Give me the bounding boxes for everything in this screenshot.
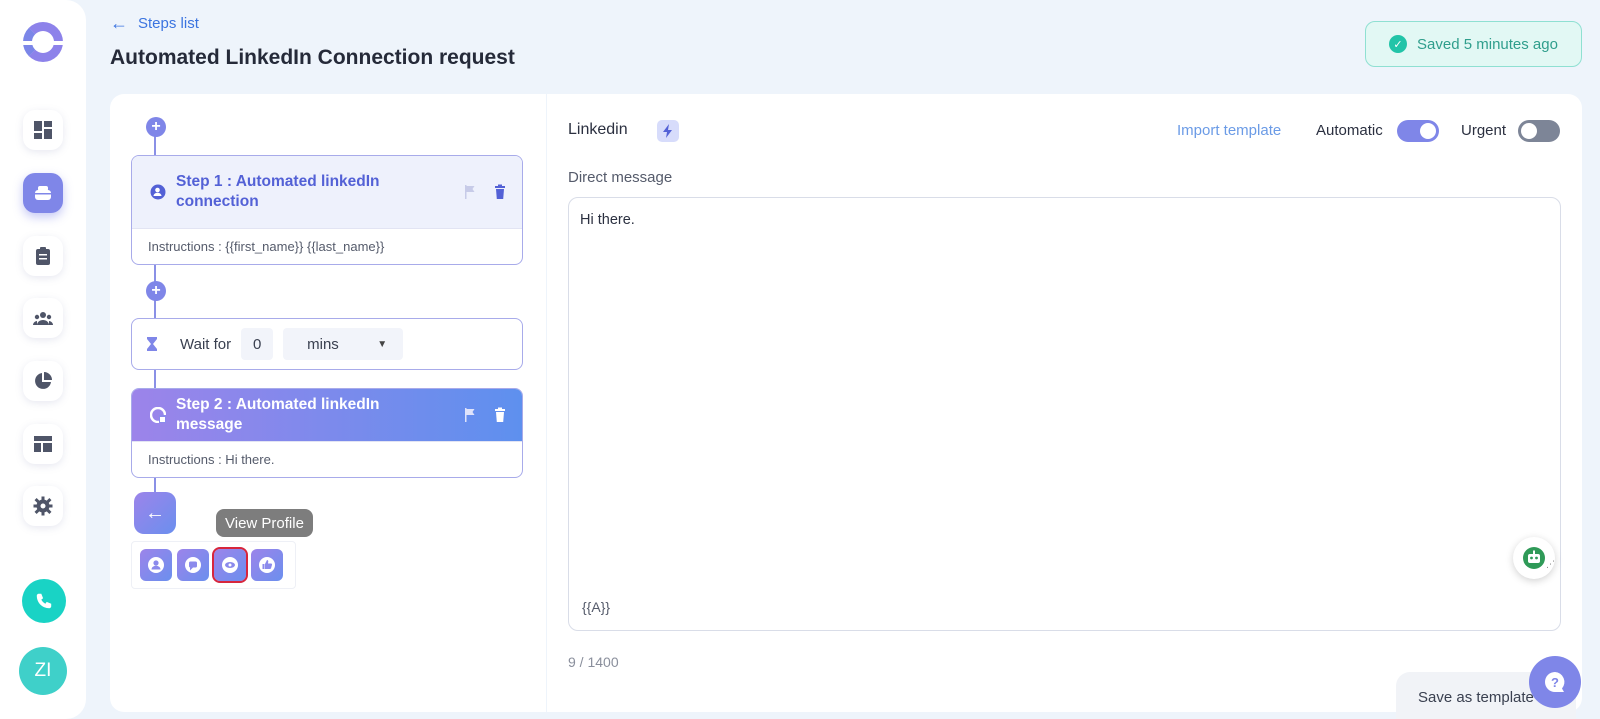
template-icon	[34, 436, 52, 452]
avatar[interactable]: ZI	[19, 647, 67, 695]
resize-handle-icon[interactable]: ⋰	[1546, 559, 1555, 570]
arrow-left-icon: ←	[145, 501, 165, 524]
step-card-1[interactable]: Step 1 : Automated linkedIn connection I…	[131, 155, 523, 265]
nav-templates[interactable]	[23, 424, 63, 464]
step-header: Step 2 : Automated linkedIn message	[132, 389, 522, 441]
import-template-link[interactable]: Import template	[1177, 122, 1281, 139]
step-title: Step 2 : Automated linkedIn message	[176, 396, 380, 433]
campaign-icon	[35, 186, 51, 200]
saved-status-text: Saved 5 minutes ago	[1417, 35, 1558, 53]
variable-hint[interactable]: {{A}}	[582, 599, 610, 615]
timeline-connector	[154, 370, 156, 388]
view-profile-action-button[interactable]	[212, 547, 248, 583]
pie-chart-icon	[35, 372, 52, 389]
message-sync-icon	[150, 407, 166, 423]
svg-text:?: ?	[1551, 675, 1559, 690]
sidebar: ZI	[0, 0, 86, 719]
page-title: Automated LinkedIn Connection request	[110, 46, 515, 69]
connect-action-button[interactable]	[140, 549, 172, 581]
chat-icon	[185, 557, 201, 573]
phone-icon	[36, 593, 52, 609]
message-action-button[interactable]	[177, 549, 209, 581]
people-icon	[33, 312, 53, 325]
help-chat-icon: ?	[1545, 672, 1565, 692]
step-card-2[interactable]: Step 2 : Automated linkedIn message Inst…	[131, 388, 523, 478]
automatic-toggle[interactable]	[1397, 120, 1439, 142]
timeline-connector	[154, 476, 156, 492]
help-chat-button[interactable]: ?	[1529, 656, 1581, 708]
user-circle-icon	[148, 557, 164, 573]
flag-icon[interactable]	[462, 184, 478, 200]
dashboard-icon	[34, 121, 52, 139]
step-title: Step 1 : Automated linkedIn connection	[176, 173, 380, 210]
add-step-button[interactable]: +	[146, 281, 166, 301]
user-add-icon	[150, 184, 166, 200]
step-type-picker	[131, 541, 296, 589]
urgent-toggle[interactable]	[1518, 120, 1560, 142]
logo-icon	[21, 22, 63, 62]
timeline-connector	[154, 136, 156, 156]
nav-campaigns[interactable]	[23, 173, 63, 213]
phone-button[interactable]	[22, 579, 66, 623]
back-to-steps-link[interactable]: ← Steps list	[110, 14, 199, 32]
trash-icon[interactable]	[492, 407, 508, 423]
step-header: Step 1 : Automated linkedIn connection	[132, 156, 522, 228]
nav-tasks[interactable]	[23, 236, 63, 276]
direct-message-label: Direct message	[568, 169, 673, 186]
add-step-button[interactable]: +	[146, 117, 166, 137]
trash-icon[interactable]	[492, 184, 508, 200]
like-action-button[interactable]	[251, 549, 283, 581]
plus-icon: +	[151, 118, 161, 135]
plus-icon: +	[151, 282, 161, 299]
step-instructions: Instructions : {{first_name}} {{last_nam…	[132, 228, 522, 264]
hourglass-icon	[147, 337, 157, 351]
check-circle-icon: ✓	[1389, 35, 1408, 53]
back-link-label: Steps list	[138, 14, 199, 32]
clipboard-icon	[36, 247, 50, 265]
message-text: Hi there.	[580, 212, 635, 228]
robot-icon	[1523, 547, 1545, 569]
nav-people[interactable]	[23, 298, 63, 338]
step-instructions: Instructions : Hi there.	[132, 441, 522, 477]
message-textarea[interactable]: Hi there. ⋰ {{A}}	[568, 197, 1561, 631]
urgent-label: Urgent	[1461, 122, 1507, 139]
caret-down-icon: ▼	[377, 338, 388, 350]
channel-label: Linkedin	[568, 121, 628, 138]
flag-icon[interactable]	[462, 407, 478, 423]
arrow-left-icon: ←	[110, 13, 128, 33]
automatic-label: Automatic	[1316, 122, 1383, 139]
ai-assistant-button[interactable]	[1513, 537, 1555, 579]
wait-label: Wait for	[180, 335, 232, 353]
tooltip: View Profile	[216, 509, 313, 537]
bolt-icon	[657, 120, 679, 142]
toggle-knob	[1420, 123, 1436, 139]
wait-unit-value: mins	[307, 335, 339, 353]
gear-icon	[33, 496, 53, 516]
nav-dashboard[interactable]	[23, 110, 63, 150]
thumbs-up-icon	[259, 557, 275, 573]
character-count: 9 / 1400	[568, 654, 619, 670]
wait-duration-input[interactable]: 0	[241, 328, 274, 360]
wait-unit-select[interactable]: mins ▼	[283, 328, 404, 360]
nav-settings[interactable]	[23, 486, 63, 526]
wait-step: Wait for 0 mins ▼	[131, 318, 523, 370]
toggle-knob	[1521, 123, 1537, 139]
collapse-actions-button[interactable]: ←	[134, 492, 176, 534]
saved-status-badge: ✓ Saved 5 minutes ago	[1365, 21, 1582, 67]
eye-icon	[222, 557, 238, 573]
nav-reports[interactable]	[23, 361, 63, 401]
